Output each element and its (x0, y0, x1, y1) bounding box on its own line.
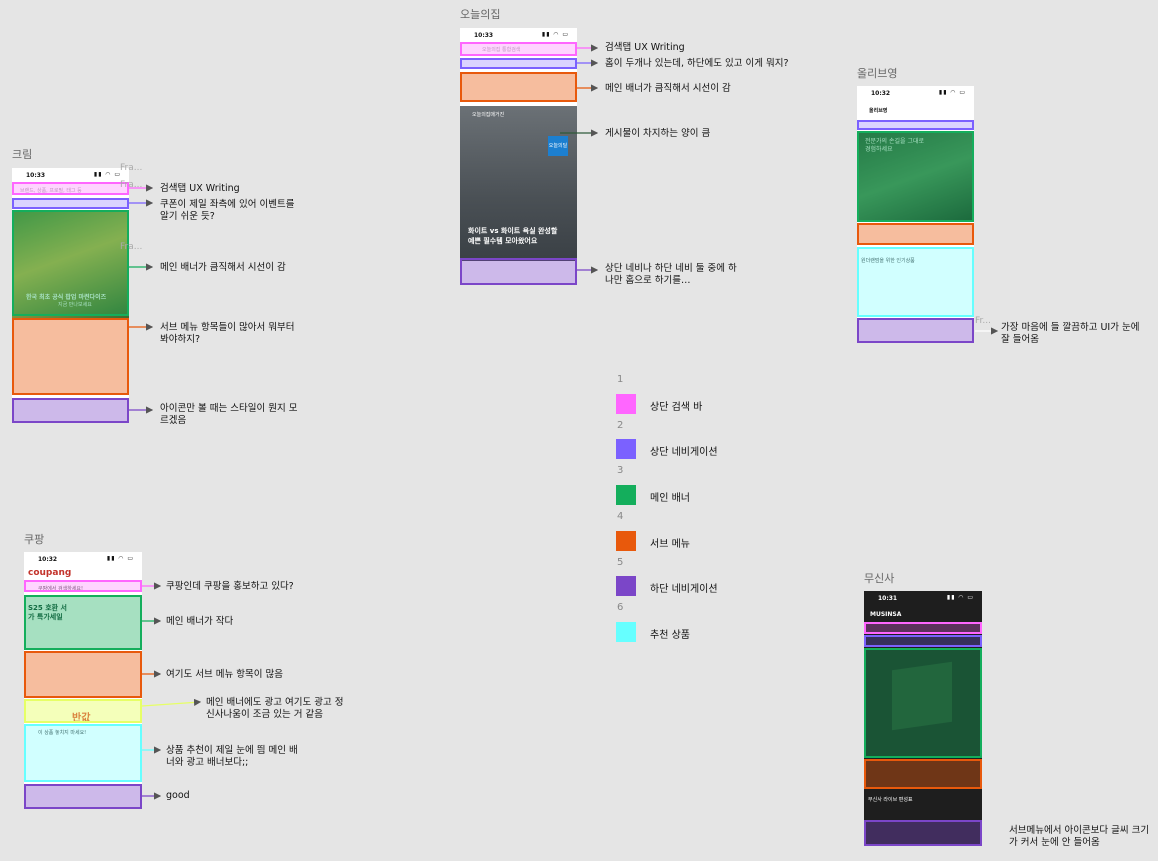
legend-swatch (616, 622, 636, 642)
note-coupang-ad: 메인 배너에도 광고 여기도 광고 정신사나움이 조금 있는 거 같음 (206, 697, 344, 720)
legend-swatch (616, 394, 636, 414)
legend-num: 2 (617, 420, 624, 431)
note-coupang-search: 쿠팡인데 쿠팡을 홍보하고 있다? (166, 581, 294, 592)
legend-num: 5 (617, 557, 624, 568)
legend-swatch (616, 576, 636, 596)
note-musinsa: 서브메뉴에서 아이콘보다 글씨 크기가 커서 눈에 안 들어옴 (1009, 825, 1150, 848)
legend-swatch (616, 439, 636, 459)
legend-num: 4 (617, 511, 624, 522)
note-coupang-rec: 상품 추천이 제일 눈에 띔 메인 배너와 광고 배너보다;; (166, 745, 298, 768)
legend-label: 상단 네비게이션 (650, 447, 718, 458)
note-kream-search: 검색탭 UX Writing (160, 183, 240, 194)
note-coupang-bottom: good (166, 790, 190, 801)
legend-num: 6 (617, 602, 624, 613)
note-ohou-search: 검색탭 UX Writing (605, 42, 685, 53)
note-kream-sub: 서브 메뉴 항목들이 많아서 뭐부터 봐야하지? (160, 322, 295, 345)
legend-label: 서브 메뉴 (650, 539, 690, 550)
legend-swatch (616, 485, 636, 505)
legend-label: 상단 검색 바 (650, 402, 703, 413)
note-ohou-bottom: 상단 네비나 하단 네비 둘 중에 하나만 홈으로 하기를… (605, 263, 737, 286)
note-ohou-card: 게시물이 차지하는 양이 큼 (605, 128, 711, 139)
note-coupang-banner: 메인 배너가 작다 (166, 616, 234, 627)
legend-num: 1 (617, 374, 624, 385)
note-kream-bottom: 아이콘만 볼 때는 스타일이 뭔지 모르겠음 (160, 403, 298, 426)
note-ohou-sub: 메인 배너가 큼직해서 시선이 감 (605, 83, 731, 94)
note-coupang-sub: 여기도 서브 메뉴 항목이 많음 (166, 669, 283, 680)
legend-label: 하단 네비게이션 (650, 584, 718, 595)
note-kream-nav: 쿠폰이 제일 좌측에 있어 이벤트를 알기 쉬운 듯? (160, 199, 295, 222)
legend-num: 3 (617, 465, 624, 476)
note-ohou-nav: 홈이 두개나 있는데, 하단에도 있고 이게 뭐지? (605, 58, 789, 69)
note-kream-banner: 메인 배너가 큼직해서 시선이 감 (160, 262, 286, 273)
note-olive: 가장 마음에 들 깔끔하고 UI가 눈에 잘 들어옴 (1001, 322, 1140, 345)
legend-label: 추천 상품 (650, 630, 690, 641)
annotation-arrows (129, 44, 999, 800)
legend-label: 메인 배너 (650, 493, 690, 504)
legend-swatch (616, 531, 636, 551)
